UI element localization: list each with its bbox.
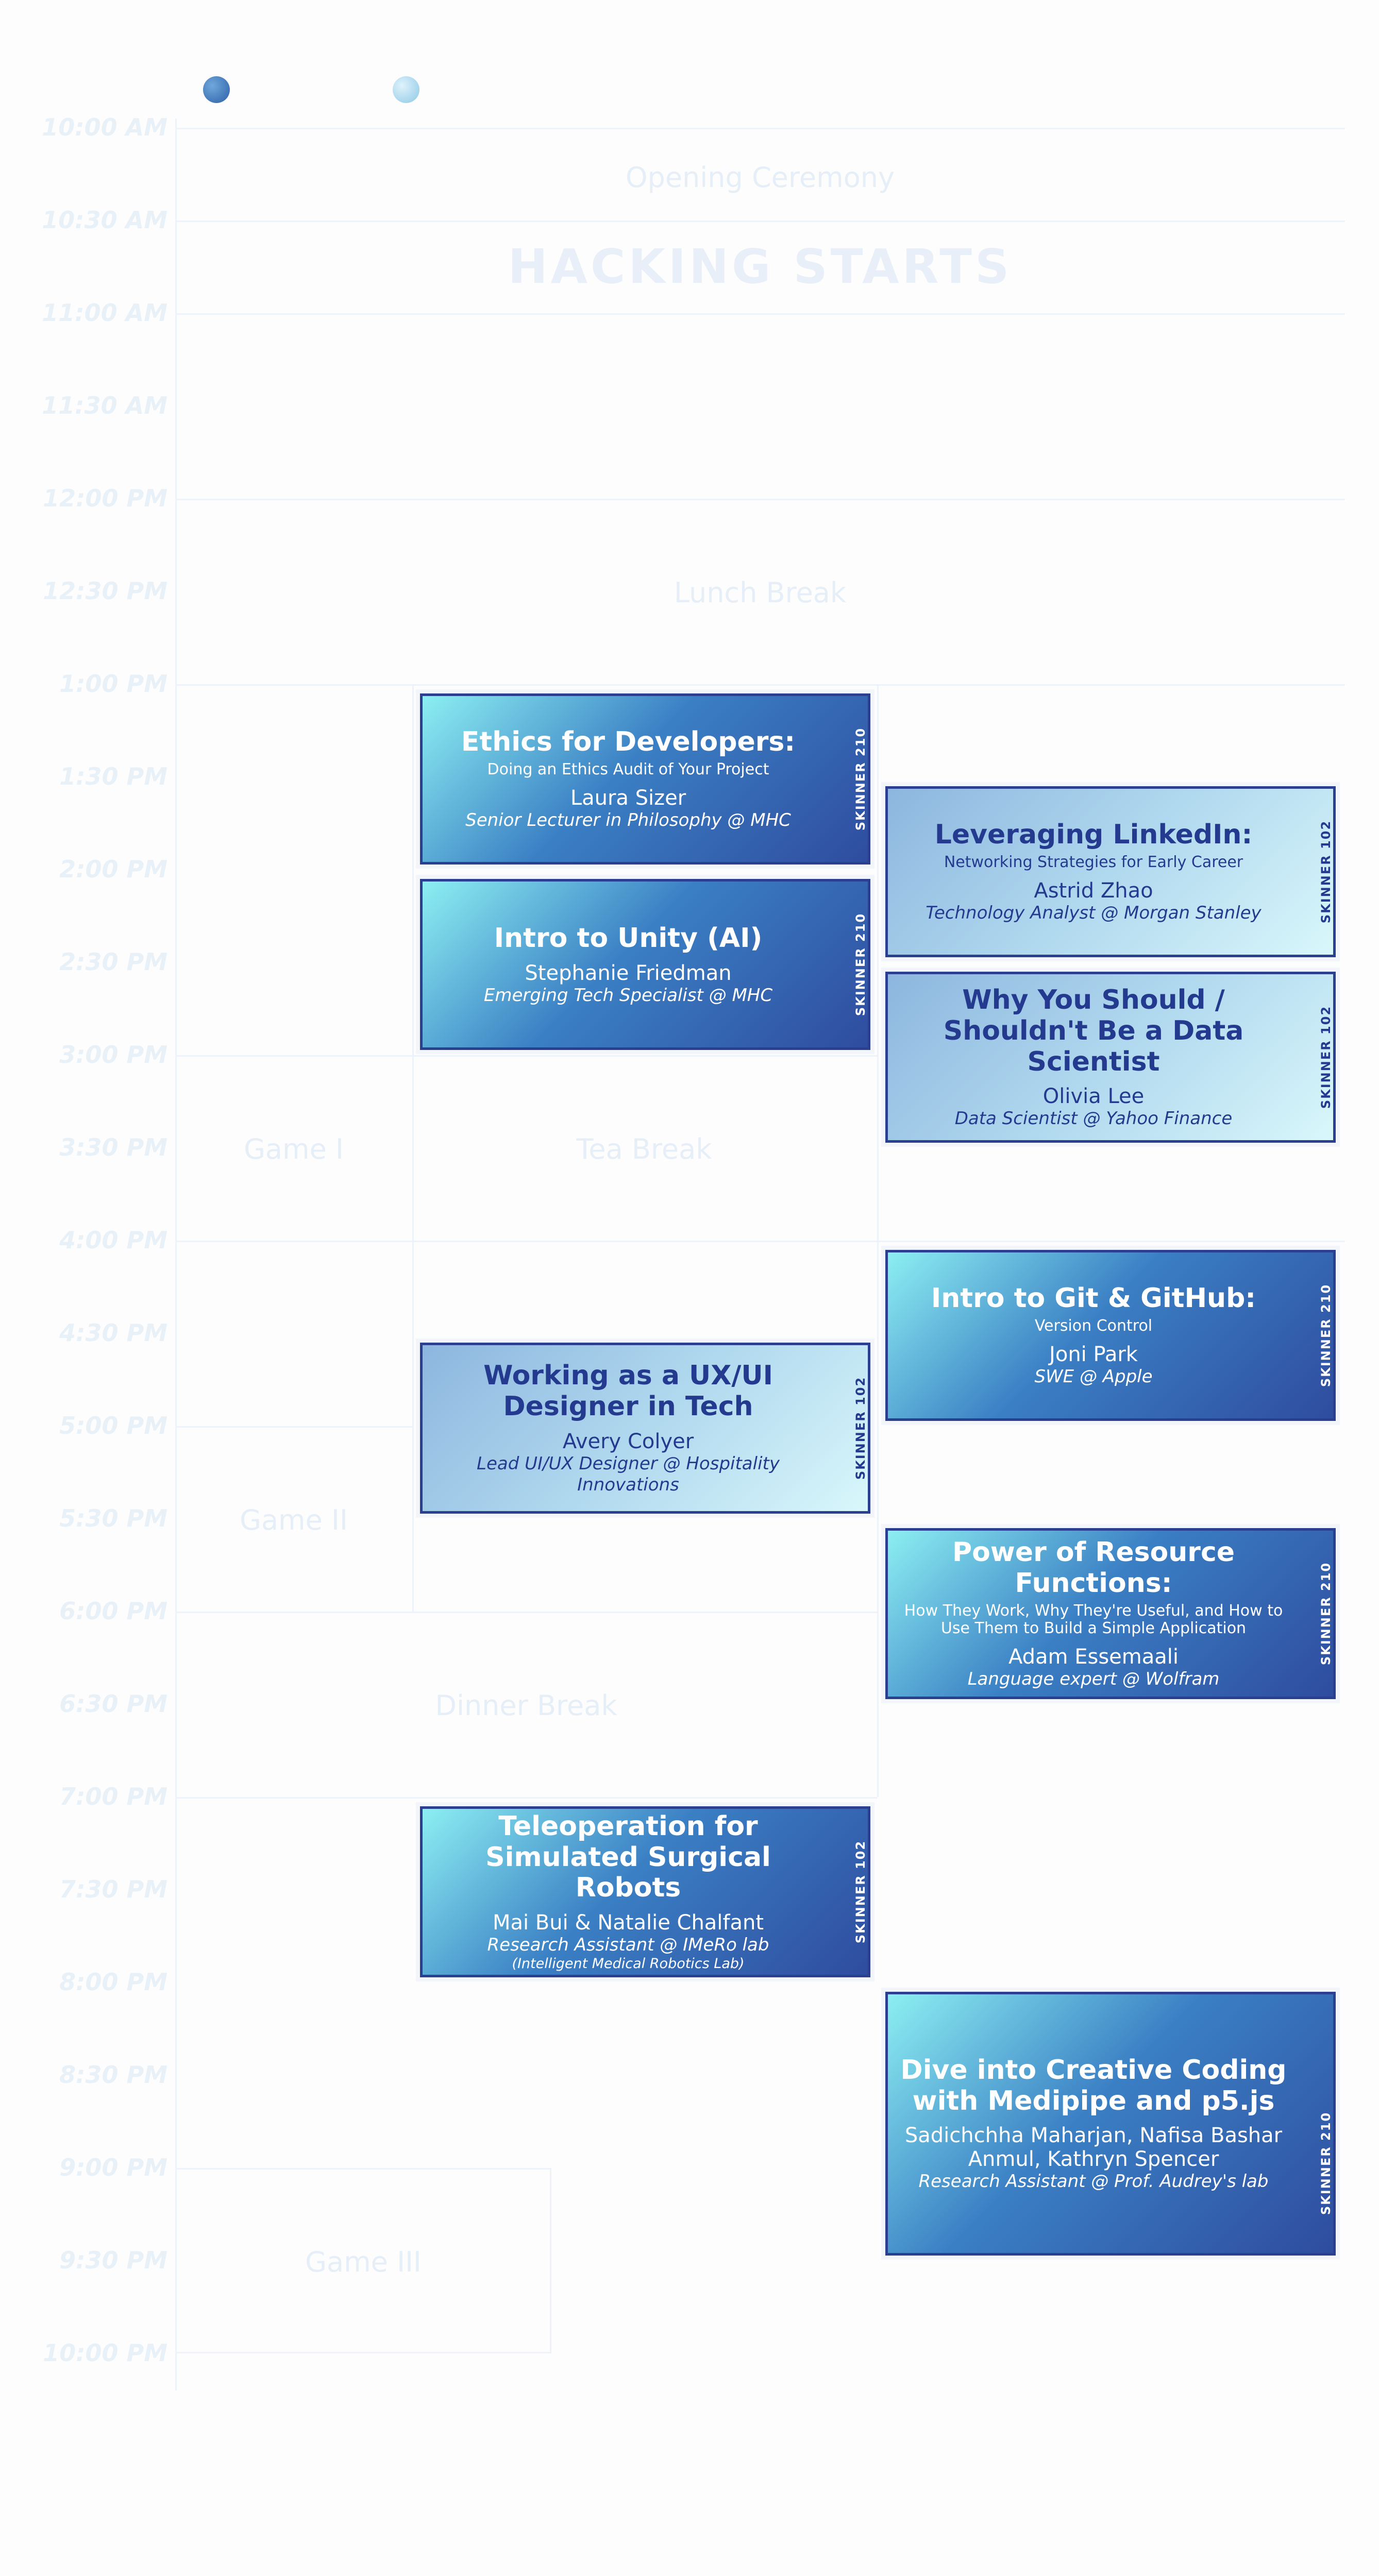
time-label: 4:30 PM: [59, 1319, 167, 1347]
time-label: 8:30 PM: [59, 2061, 167, 2089]
grid-line: [175, 128, 1345, 129]
session-title: Why You Should / Shouldn't Be a Data Sci…: [943, 984, 1244, 1077]
session-role: Data Scientist @ Yahoo Finance: [954, 1108, 1233, 1129]
session-role: Language expert @ Wolfram: [967, 1668, 1220, 1689]
grid-line: [175, 1241, 1345, 1242]
session-speaker: Astrid Zhao: [1034, 878, 1153, 903]
time-label: 7:30 PM: [59, 1875, 167, 1903]
grid-line: [175, 1797, 877, 1799]
session-title: Intro to Git & GitHub:: [931, 1283, 1256, 1314]
time-label: 7:00 PM: [59, 1783, 167, 1810]
session-role: Technology Analyst @ Morgan Stanley: [926, 902, 1262, 923]
session-role: Senior Lecturer in Philosophy @ MHC: [465, 809, 791, 831]
session-speaker: Adam Essemaali: [1008, 1645, 1179, 1669]
session-speaker: Laura Sizer: [570, 786, 686, 810]
session-subtitle: Version Control: [1034, 1317, 1153, 1335]
session-card[interactable]: Intro to Git & GitHub: Version Control J…: [885, 1250, 1336, 1421]
legend-dot-skinner-210: [203, 76, 230, 103]
session-speaker: Olivia Lee: [1042, 1084, 1145, 1109]
time-label: 10:30 AM: [42, 206, 167, 234]
grid-line: [175, 1612, 877, 1613]
session-role-detail: (Intelligent Medical Robotics Lab): [512, 1955, 745, 1972]
session-card[interactable]: Working as a UX/UI Designer in Tech Aver…: [420, 1343, 870, 1514]
time-label: 1:00 PM: [59, 670, 167, 698]
tea-break-label: Tea Break: [576, 1133, 712, 1165]
session-role: Research Assistant @ Prof. Audrey's lab: [918, 2171, 1269, 2192]
grid-line: [175, 1055, 877, 1057]
time-label: 5:00 PM: [59, 1412, 167, 1439]
time-label: 4:00 PM: [59, 1226, 167, 1254]
session-speaker: Mai Bui & Natalie Chalfant: [492, 1911, 764, 1935]
session-speaker: Avery Colyer: [562, 1430, 694, 1453]
grid-line: [175, 313, 1345, 315]
time-label: 5:30 PM: [59, 1504, 167, 1532]
time-label: 11:00 AM: [42, 299, 167, 327]
time-label: 10:00 PM: [43, 2339, 167, 2367]
session-card[interactable]: Teleoperation for Simulated Surgical Rob…: [420, 1806, 870, 1977]
dinner-break-label: Dinner Break: [435, 1689, 617, 1722]
time-axis-line: [175, 118, 177, 2391]
time-label: 12:00 PM: [43, 484, 167, 512]
time-label: 12:30 PM: [43, 577, 167, 605]
session-title: Teleoperation for Simulated Surgical Rob…: [485, 1810, 771, 1904]
session-card[interactable]: Dive into Creative Coding with Medipipe …: [885, 1992, 1336, 2256]
game-3-label: Game III: [305, 2246, 422, 2278]
session-role: Research Assistant @ IMeRo lab: [487, 1935, 769, 1956]
session-subtitle: How They Work, Why They're Useful, and H…: [904, 1601, 1283, 1638]
grid-line: [175, 499, 1345, 500]
session-role: Emerging Tech Specialist @ MHC: [483, 985, 773, 1006]
session-subtitle: Doing an Ethics Audit of Your Project: [487, 760, 769, 779]
session-title: Working as a UX/UI Designer in Tech: [483, 1360, 773, 1422]
game-1-label: Game I: [244, 1133, 344, 1165]
time-label: 6:30 PM: [59, 1690, 167, 1718]
session-speaker: Sadichchha Maharjan, Nafisa Bashar Anmul…: [904, 2124, 1283, 2172]
time-label: 3:00 PM: [59, 1041, 167, 1069]
session-card[interactable]: Leveraging LinkedIn: Networking Strategi…: [885, 786, 1336, 957]
session-title: Power of Resource Functions:: [952, 1537, 1235, 1599]
session-card[interactable]: Ethics for Developers: Doing an Ethics A…: [420, 693, 870, 865]
session-title: Ethics for Developers:: [461, 726, 796, 758]
hacking-starts-label: HACKING STARTS: [508, 239, 1013, 294]
session-title: Dive into Creative Coding with Medipipe …: [900, 2054, 1287, 2116]
session-role: Lead UI/UX Designer @ Hospitality Innova…: [477, 1453, 780, 1495]
game-2-label: Game II: [240, 1504, 348, 1536]
session-card[interactable]: Intro to Unity (AI) Stephanie Friedman E…: [420, 879, 870, 1050]
time-label: 10:00 AM: [42, 113, 167, 141]
session-card[interactable]: Power of Resource Functions: How They Wo…: [885, 1528, 1336, 1699]
session-title: Leveraging LinkedIn:: [934, 819, 1253, 851]
time-label: 2:30 PM: [59, 948, 167, 976]
time-label: 9:00 PM: [59, 2154, 167, 2181]
session-subtitle: Networking Strategies for Early Career: [944, 853, 1243, 872]
time-label: 8:00 PM: [59, 1968, 167, 1996]
session-card[interactable]: Why You Should / Shouldn't Be a Data Sci…: [885, 972, 1336, 1143]
opening-ceremony-label: Opening Ceremony: [626, 161, 895, 194]
session-speaker: Joni Park: [1049, 1342, 1138, 1366]
time-label: 3:30 PM: [59, 1133, 167, 1161]
time-label: 11:30 AM: [42, 392, 167, 419]
session-role: SWE @ Apple: [1034, 1366, 1153, 1387]
grid-line: [175, 221, 1345, 222]
lunch-break-label: Lunch Break: [674, 577, 847, 609]
time-label: 6:00 PM: [59, 1597, 167, 1625]
grid-line: [175, 684, 1345, 686]
grid-line: [175, 1426, 412, 1428]
time-label: 9:30 PM: [59, 2246, 167, 2274]
legend-dot-skinner-102: [393, 76, 419, 103]
session-title: Intro to Unity (AI): [494, 922, 763, 954]
time-label: 2:00 PM: [59, 855, 167, 883]
time-label: 1:30 PM: [59, 762, 167, 790]
session-speaker: Stephanie Friedman: [525, 961, 732, 985]
